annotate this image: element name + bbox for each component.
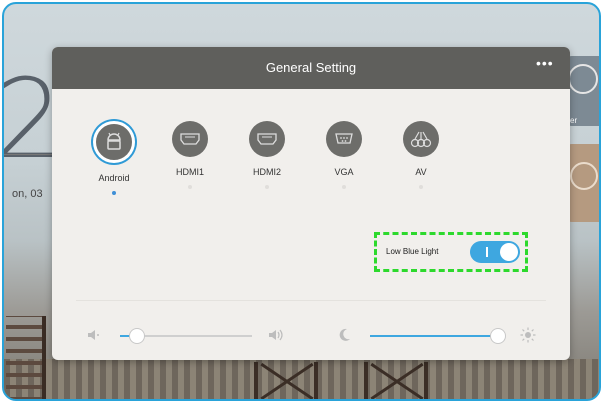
toggle-on-mark bbox=[486, 247, 488, 257]
source-indicator bbox=[419, 185, 423, 189]
av-icon bbox=[403, 121, 439, 157]
speaker-low-icon bbox=[88, 330, 99, 340]
vga-icon bbox=[326, 121, 362, 157]
toggle-knob bbox=[500, 243, 518, 261]
background-chair bbox=[364, 362, 428, 399]
source-indicator bbox=[188, 185, 192, 189]
hdmi-icon bbox=[249, 121, 285, 157]
volume-thumb[interactable] bbox=[129, 328, 145, 344]
speaker-high-icon bbox=[269, 329, 283, 341]
source-label: Android bbox=[98, 173, 130, 183]
dialog-title: General Setting bbox=[265, 60, 357, 75]
low-blue-light-toggle[interactable] bbox=[470, 241, 520, 263]
sun-icon bbox=[520, 327, 536, 343]
hdmi-icon bbox=[172, 121, 208, 157]
moon-icon bbox=[339, 328, 350, 341]
source-indicator bbox=[265, 185, 269, 189]
background-chair bbox=[254, 362, 318, 399]
background-chair-left bbox=[6, 316, 46, 399]
dialog-header: General Setting ••• bbox=[52, 47, 570, 89]
brightness-fill bbox=[370, 335, 497, 337]
tile-icon bbox=[568, 64, 598, 94]
source-indicator bbox=[342, 185, 346, 189]
date-text: on, 03 bbox=[12, 188, 43, 200]
source-label: AV bbox=[415, 167, 427, 177]
more-dots-icon[interactable]: ••• bbox=[536, 56, 556, 70]
low-blue-light-label: Low Blue Light bbox=[386, 247, 439, 256]
source-label: HDMI2 bbox=[252, 167, 281, 177]
android-icon bbox=[93, 121, 135, 163]
source-av[interactable]: AV bbox=[386, 121, 456, 189]
background-divider bbox=[4, 154, 52, 155]
divider bbox=[76, 300, 546, 301]
source-label: HDMI1 bbox=[175, 167, 204, 177]
source-label: VGA bbox=[334, 167, 354, 177]
source-hdmi1[interactable]: HDMI1 bbox=[155, 121, 225, 189]
tile-icon-2 bbox=[570, 162, 598, 190]
general-setting-dialog: General Setting ••• Android HDMI1 HDMI2 … bbox=[52, 47, 570, 360]
source-hdmi2[interactable]: HDMI2 bbox=[232, 121, 302, 189]
selected-indicator bbox=[112, 191, 116, 195]
brightness-thumb[interactable] bbox=[490, 328, 506, 344]
low-blue-light-row: Low Blue Light bbox=[374, 232, 528, 272]
source-android[interactable]: Android bbox=[79, 121, 149, 195]
tile-label: er bbox=[570, 116, 578, 125]
source-vga[interactable]: VGA bbox=[309, 121, 379, 189]
